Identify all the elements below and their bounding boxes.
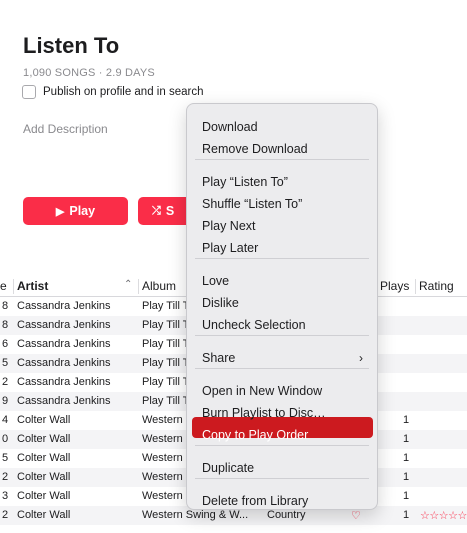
- menu-item-download[interactable]: Download: [202, 120, 258, 134]
- menu-item-remove-download[interactable]: Remove Download: [202, 142, 308, 156]
- column-divider[interactable]: [415, 279, 416, 294]
- artist-cell: Cassandra Jenkins: [17, 395, 111, 407]
- row-index: 5: [2, 452, 9, 464]
- playlist-subtitle: 1,090 SONGS · 2.9 DAYS: [23, 67, 155, 79]
- row-index: 9: [2, 395, 9, 407]
- menu-item-play-later[interactable]: Play Later: [202, 241, 258, 255]
- row-index: 0: [2, 433, 9, 445]
- artist-cell: Cassandra Jenkins: [17, 300, 111, 312]
- artist-cell: Colter Wall: [17, 471, 71, 483]
- album-cell: Western: [142, 471, 183, 483]
- column-header-plays[interactable]: Plays: [380, 279, 409, 293]
- album-cell: Western: [142, 490, 183, 502]
- genre-cell: Country: [267, 509, 306, 521]
- menu-separator: [195, 258, 369, 259]
- play-button-label: Play: [69, 204, 96, 218]
- play-button[interactable]: ▶ Play: [23, 197, 128, 225]
- artist-cell: Cassandra Jenkins: [17, 376, 111, 388]
- menu-separator: [195, 159, 369, 160]
- album-cell: Play Till T: [142, 376, 186, 388]
- album-cell: Play Till T: [142, 300, 186, 312]
- row-index: 6: [2, 338, 9, 350]
- row-index: 2: [2, 471, 9, 483]
- chevron-right-icon: ›: [359, 351, 363, 365]
- sort-ascending-icon[interactable]: ⌃: [124, 279, 132, 290]
- plays-cell: 1: [403, 490, 410, 502]
- column-header-rating[interactable]: Rating: [419, 279, 454, 293]
- album-cell: Western Swing & W...: [142, 509, 249, 521]
- column-divider[interactable]: [13, 279, 14, 294]
- menu-item-shuffle-listen-to[interactable]: Shuffle “Listen To”: [202, 197, 302, 211]
- menu-item-duplicate[interactable]: Duplicate: [202, 461, 254, 475]
- column-divider[interactable]: [138, 279, 139, 294]
- menu-item-open-in-new-window[interactable]: Open in New Window: [202, 384, 322, 398]
- shuffle-button-label: S: [165, 204, 175, 218]
- row-index: 5: [2, 357, 9, 369]
- menu-item-play-next[interactable]: Play Next: [202, 219, 256, 233]
- album-cell: Western: [142, 414, 183, 426]
- column-header-artist[interactable]: Artist: [17, 279, 48, 293]
- column-header-index[interactable]: e: [0, 279, 7, 293]
- artist-cell: Cassandra Jenkins: [17, 338, 111, 350]
- album-cell: Play Till T: [142, 319, 186, 331]
- album-cell: Western: [142, 433, 183, 445]
- album-cell: Play Till T: [142, 357, 186, 369]
- menu-separator: [195, 445, 369, 446]
- menu-item-uncheck-selection[interactable]: Uncheck Selection: [202, 318, 306, 332]
- row-index: 3: [2, 490, 9, 502]
- row-index: 4: [2, 414, 9, 426]
- menu-item-delete-from-library[interactable]: Delete from Library: [202, 494, 308, 508]
- row-index: 8: [2, 319, 9, 331]
- artist-cell: Colter Wall: [17, 433, 71, 445]
- artist-cell: Colter Wall: [17, 509, 71, 521]
- artist-cell: Colter Wall: [17, 490, 71, 502]
- artist-cell: Cassandra Jenkins: [17, 319, 111, 331]
- plays-cell: 1: [403, 509, 410, 521]
- row-index: 8: [2, 300, 9, 312]
- description-field[interactable]: Add Description: [23, 122, 108, 136]
- album-cell: Western: [142, 452, 183, 464]
- plays-cell: 1: [403, 471, 410, 483]
- menu-separator: [195, 478, 369, 479]
- menu-item-play-listen-to[interactable]: Play “Listen To”: [202, 175, 288, 189]
- menu-item-share[interactable]: Share: [202, 351, 235, 365]
- plays-cell: 1: [403, 452, 410, 464]
- column-header-album[interactable]: Album: [142, 279, 176, 293]
- album-cell: Play Till T: [142, 395, 186, 407]
- row-index: 2: [2, 376, 9, 388]
- publish-checkbox[interactable]: [22, 85, 36, 99]
- plays-cell: 1: [403, 414, 410, 426]
- publish-option[interactable]: Publish on profile and in search: [22, 85, 203, 99]
- context-menu: Download Remove Download Play “Listen To” S…: [186, 103, 378, 510]
- menu-item-love[interactable]: Love: [202, 274, 229, 288]
- row-index: 2: [2, 509, 9, 521]
- plays-cell: 1: [403, 433, 410, 445]
- album-cell: Play Till T: [142, 338, 186, 350]
- publish-label: Publish on profile and in search: [43, 86, 204, 98]
- menu-item-dislike[interactable]: Dislike: [202, 296, 239, 310]
- playlist-title: Listen To: [23, 33, 120, 58]
- menu-item-copy-to-play-order[interactable]: Copy to Play Order: [202, 428, 308, 442]
- menu-item-burn-playlist-to-disc[interactable]: Burn Playlist to Disc…: [202, 406, 326, 420]
- love-heart-icon[interactable]: ♡: [351, 509, 361, 522]
- menu-separator: [195, 335, 369, 336]
- artist-cell: Cassandra Jenkins: [17, 357, 111, 369]
- menu-separator: [195, 368, 369, 369]
- artist-cell: Colter Wall: [17, 452, 71, 464]
- artist-cell: Colter Wall: [17, 414, 71, 426]
- rating-stars[interactable]: ☆☆☆☆☆: [420, 509, 467, 522]
- play-icon: ▶: [55, 205, 65, 218]
- shuffle-icon: ⤮: [152, 204, 161, 217]
